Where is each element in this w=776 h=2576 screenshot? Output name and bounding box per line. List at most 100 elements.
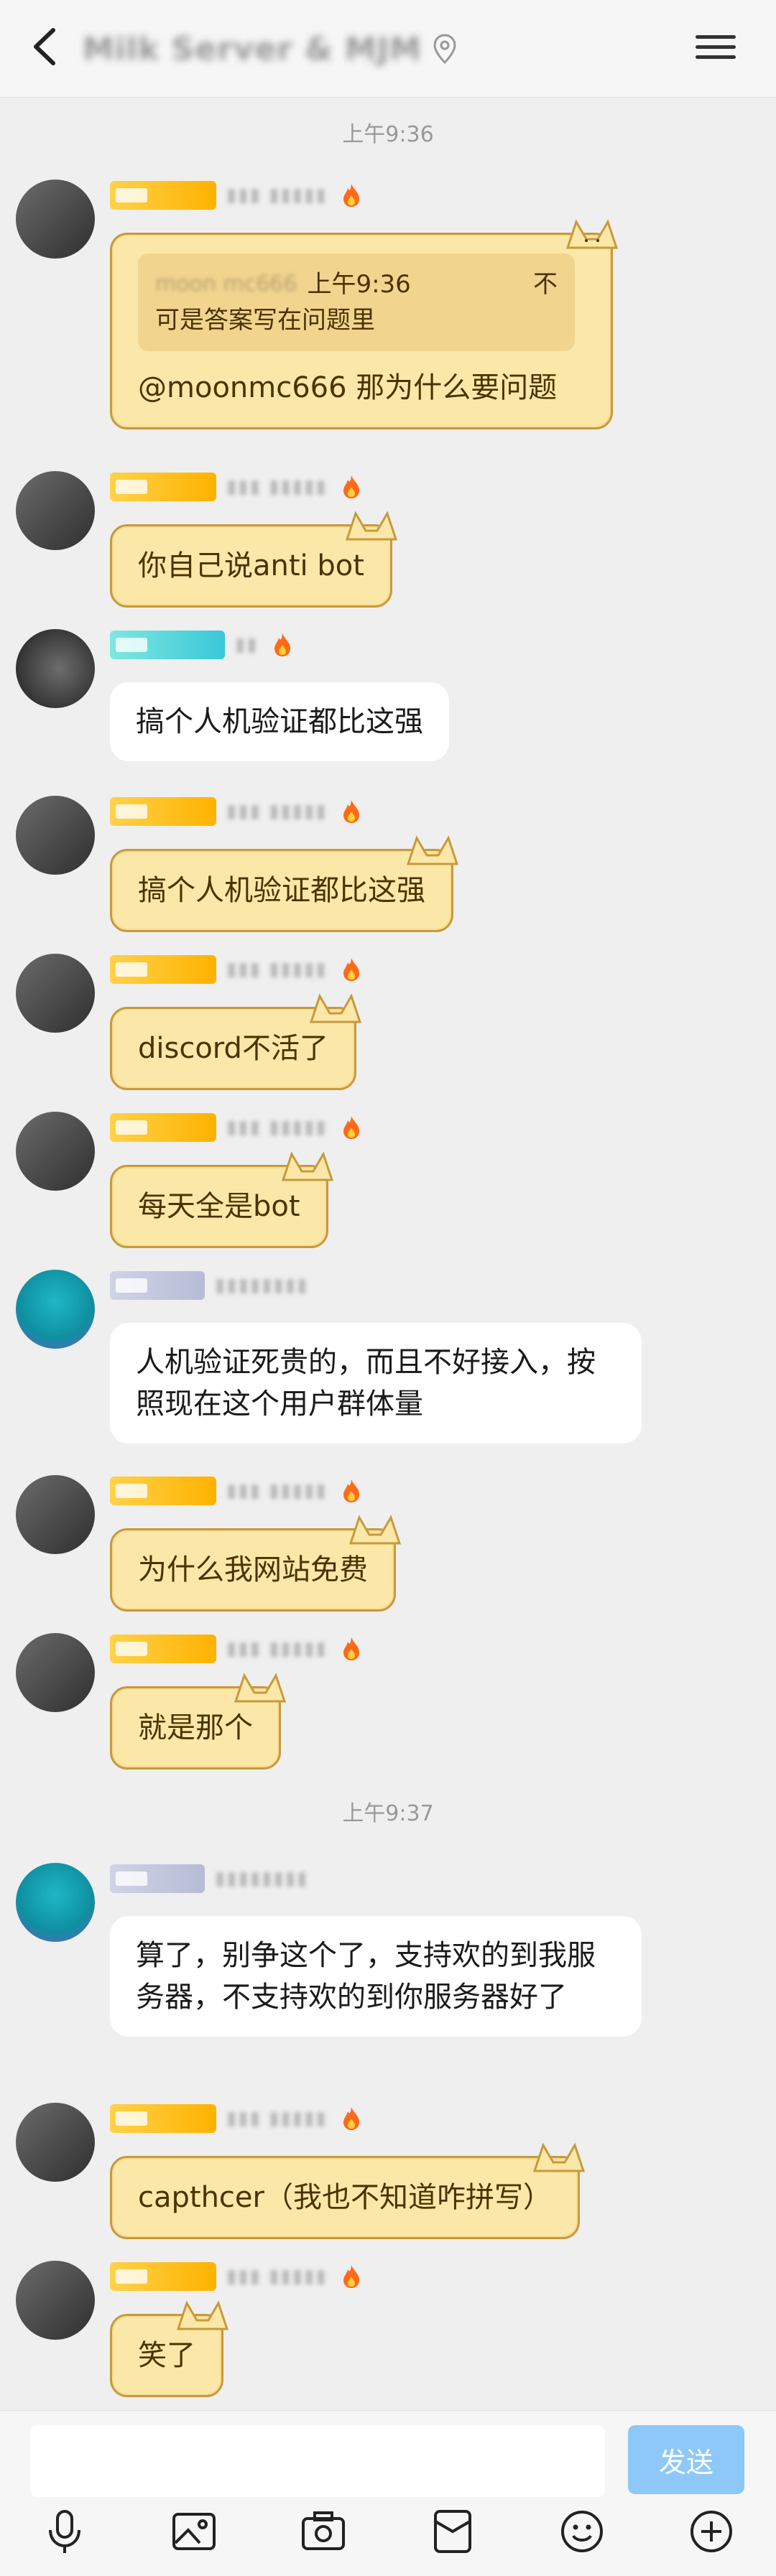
message-text: 你自己说anti bot [138, 549, 364, 582]
sender-info: ▮▮▮ ▮▮▮▮▮ [110, 2261, 362, 2292]
message-text: capthcer（我也不知道咋拼写） [138, 2181, 552, 2214]
chat-title-area[interactable]: Milk Server & MJM [83, 27, 458, 70]
rank-badge [110, 1113, 216, 1142]
message-bubble[interactable]: moon mc666 上午9:36 不 可是答案写在问题里 @moonmc666… [110, 219, 619, 429]
fire-icon [343, 2265, 359, 2288]
message-bubble[interactable]: 人机验证死贵的，而且不好接入，按照现在这个用户群体量 [110, 1323, 642, 1443]
top-bar: Milk Server & MJM [0, 0, 776, 98]
avatar[interactable] [16, 180, 95, 259]
send-button[interactable]: 发送 [628, 2425, 744, 2494]
sender-info: ▮▮▮ ▮▮▮▮▮ [110, 796, 362, 827]
emoji-icon[interactable] [556, 2506, 608, 2557]
timestamp: 上午9:37 [342, 1801, 434, 1826]
fire-icon [343, 2107, 359, 2130]
sender-name: ▮▮▮ ▮▮▮▮▮ [226, 2108, 328, 2129]
camera-icon[interactable] [297, 2506, 349, 2557]
fire-icon [343, 1637, 359, 1660]
sender-info: ▮▮▮▮▮▮▮▮ [110, 1863, 308, 1894]
message-bubble[interactable]: 搞个人机验证都比这强 [110, 835, 459, 932]
rank-badge [110, 955, 216, 984]
sender-info: ▮▮▮ ▮▮▮▮▮ [110, 954, 362, 985]
message-input[interactable] [30, 2425, 605, 2497]
sender-info: ▮▮▮ ▮▮▮▮▮ [110, 1475, 362, 1507]
timestamp: 上午9:36 [342, 122, 434, 147]
avatar[interactable] [16, 1270, 95, 1349]
message-text: 笑了 [138, 2339, 195, 2372]
cat-ears-decoration-icon [234, 1673, 287, 1703]
rank-badge [110, 2262, 216, 2291]
rank-badge [110, 1864, 205, 1893]
sender-info: ▮▮▮ ▮▮▮▮▮ [110, 1633, 362, 1665]
avatar[interactable] [16, 1863, 95, 1942]
rank-badge [110, 181, 216, 210]
input-toolbar [0, 2506, 776, 2563]
sender-name: ▮▮▮ ▮▮▮▮▮ [226, 801, 328, 822]
rank-badge [110, 631, 225, 659]
message-bubble[interactable]: 就是那个 [110, 1673, 287, 1770]
rank-badge [110, 1477, 216, 1505]
rank-badge [110, 1271, 205, 1300]
message-bubble[interactable]: 每天全是bot [110, 1151, 333, 1248]
sender-name: ▮▮▮▮▮▮▮▮ [215, 1868, 309, 1889]
message-bubble[interactable]: 为什么我网站免费 [110, 1515, 402, 1612]
sender-name: ▮▮▮ ▮▮▮▮▮ [226, 476, 328, 498]
avatar[interactable] [16, 1633, 95, 1712]
sender-info: ▮▮▮ ▮▮▮▮▮ [110, 2103, 362, 2134]
hamburger-menu-icon[interactable] [696, 29, 736, 69]
avatar[interactable] [16, 2261, 95, 2340]
sender-name: ▮▮ [235, 634, 259, 656]
cat-ears-decoration-icon [309, 993, 362, 1023]
message-text: 每天全是bot [138, 1190, 300, 1223]
message-text: 就是那个 [138, 1711, 253, 1744]
sender-info: ▮▮▮ ▮▮▮▮▮ [110, 471, 362, 503]
sender-name: ▮▮▮ ▮▮▮▮▮ [226, 1638, 328, 1660]
fire-icon [274, 633, 290, 656]
avatar[interactable] [16, 954, 95, 1033]
message-text: discord不活了 [138, 1032, 328, 1065]
add-icon[interactable] [685, 2506, 737, 2557]
sender-name: ▮▮▮▮▮▮▮▮ [215, 1275, 309, 1296]
message-bubble[interactable]: 笑了 [110, 2300, 229, 2397]
rank-badge [110, 473, 216, 501]
cat-ears-decoration-icon [176, 2300, 229, 2330]
cat-ears-decoration-icon [406, 835, 459, 865]
avatar[interactable] [16, 471, 95, 550]
message-text: 搞个人机验证都比这强 [138, 874, 425, 907]
avatar[interactable] [16, 796, 95, 875]
fire-icon [343, 1479, 359, 1502]
quoted-time: 上午9:36 [307, 270, 411, 299]
image-icon[interactable] [168, 2506, 220, 2557]
avatar[interactable] [16, 2103, 95, 2182]
cat-ears-decoration-icon [565, 219, 619, 249]
quoted-text: 可是答案写在问题里 [155, 306, 375, 335]
cat-ears-decoration-icon [532, 2142, 586, 2172]
message-bubble[interactable]: capthcer（我也不知道咋拼写） [110, 2142, 586, 2239]
microphone-icon[interactable] [39, 2506, 91, 2557]
sender-info: ▮▮▮ ▮▮▮▮▮ [110, 180, 362, 211]
sender-name: ▮▮▮ ▮▮▮▮▮ [226, 1117, 328, 1138]
message-text: 为什么我网站免费 [138, 1553, 368, 1586]
quoted-more: 不 [533, 270, 558, 299]
message-bubble[interactable]: 搞个人机验证都比这强 [110, 682, 449, 761]
red-packet-icon[interactable] [427, 2506, 479, 2557]
sender-info: ▮▮ [110, 629, 293, 661]
message-bubble[interactable]: 算了，别争这个了，支持欢的到我服务器，不支持欢的到你服务器好了 [110, 1916, 642, 2037]
avatar[interactable] [16, 1112, 95, 1191]
chat-title: Milk Server & MJM [83, 30, 422, 68]
sender-name: ▮▮▮ ▮▮▮▮▮ [226, 2266, 328, 2287]
fire-icon [343, 958, 359, 981]
quoted-message[interactable]: moon mc666 上午9:36 不 可是答案写在问题里 [138, 254, 575, 351]
fire-icon [343, 475, 359, 498]
message-bubble[interactable]: discord不活了 [110, 993, 362, 1090]
quoted-sender: moon mc666 [155, 271, 297, 297]
chevron-left-icon[interactable] [22, 22, 72, 72]
fire-icon [343, 800, 359, 823]
message-bubble[interactable]: 你自己说anti bot [110, 511, 398, 608]
message-text: 算了，别争这个了，支持欢的到我服务器，不支持欢的到你服务器好了 [136, 1939, 596, 2014]
fire-icon [343, 184, 359, 207]
rank-badge [110, 2104, 216, 2133]
avatar[interactable] [16, 1475, 95, 1554]
message-text: 人机验证死贵的，而且不好接入，按照现在这个用户群体量 [136, 1346, 596, 1420]
sender-name: ▮▮▮ ▮▮▮▮▮ [226, 1480, 328, 1502]
avatar[interactable] [16, 629, 95, 708]
